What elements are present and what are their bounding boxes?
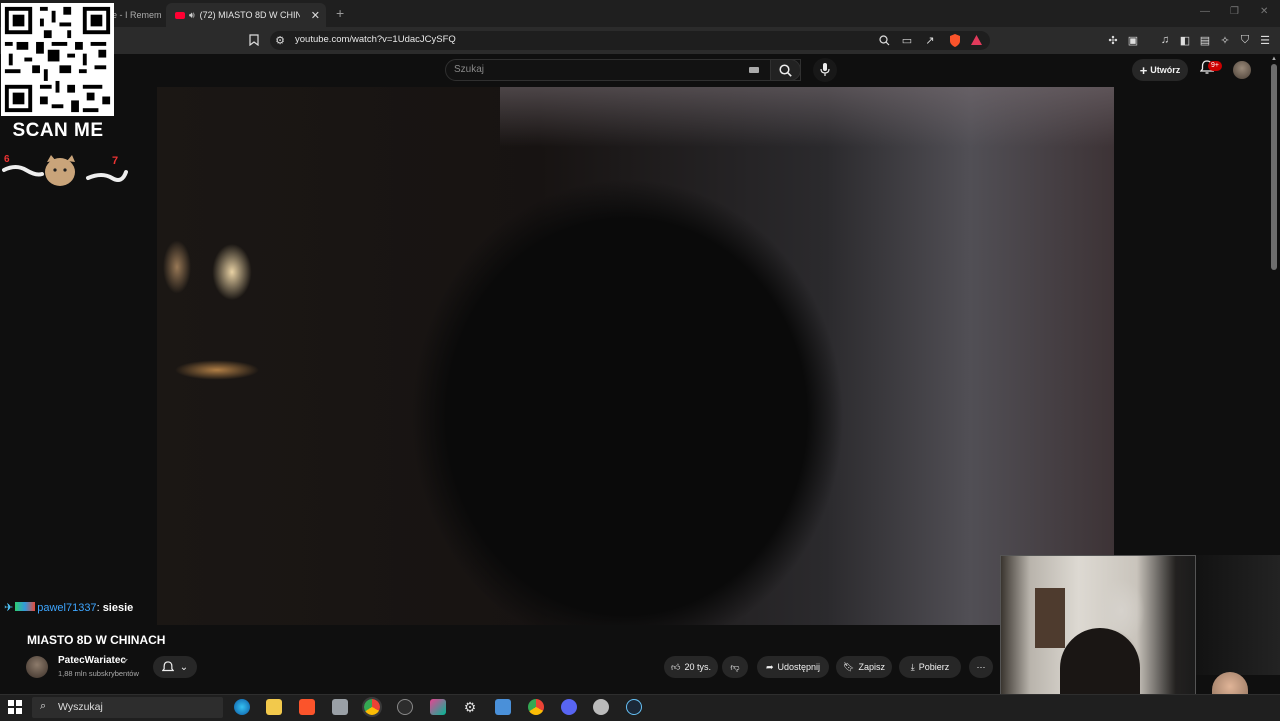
notification-badge: 9+ xyxy=(1208,61,1222,71)
download-icon: ⤓ xyxy=(910,661,915,672)
plus-icon: + xyxy=(1139,62,1148,78)
maximize-icon[interactable]: ❐ xyxy=(1230,6,1239,17)
taskbar-search-icon: ⌕ xyxy=(40,700,47,712)
save-button[interactable]: 🔖︎ Zapisz xyxy=(836,656,892,678)
channel-avatar[interactable] xyxy=(26,656,48,678)
clock-icon[interactable] xyxy=(397,699,413,715)
app-icon[interactable] xyxy=(332,699,348,715)
subscription-notifications-button[interactable]: ⌄ xyxy=(153,656,197,678)
game-app-icon[interactable] xyxy=(430,699,446,715)
thumbs-up-icon: 👍︎ xyxy=(671,661,681,672)
video-frame-highlight xyxy=(500,87,1114,147)
new-tab-icon[interactable]: + xyxy=(336,5,344,21)
verified-icon: ✔ xyxy=(122,657,129,666)
dislike-button[interactable]: 👎︎ xyxy=(722,656,748,678)
voice-search-button[interactable] xyxy=(813,58,837,82)
page-scrollbar[interactable] xyxy=(1271,64,1277,270)
like-count: 20 tys. xyxy=(684,662,711,672)
brave-shield-icon[interactable] xyxy=(947,32,963,48)
discord-icon[interactable] xyxy=(561,699,577,715)
app-icon-gray[interactable] xyxy=(593,699,609,715)
extensions-icon[interactable]: ✣ xyxy=(1105,32,1121,48)
save-label: Zapisz xyxy=(858,662,885,672)
media-icon[interactable]: ♫ xyxy=(1157,32,1173,48)
scan-me-label: SCAN ME xyxy=(12,120,104,141)
site-settings-icon[interactable]: ⚙︎ xyxy=(272,32,288,48)
video-title: MIASTO 8D W CHINACH xyxy=(27,633,166,647)
download-button[interactable]: ⤓ Pobierz xyxy=(899,656,961,678)
chat-username: pawel71337 xyxy=(37,602,97,614)
bookmark-icon: 🔖︎ xyxy=(843,661,855,672)
keyboard-icon[interactable] xyxy=(749,67,759,73)
zoom-icon[interactable] xyxy=(876,32,892,48)
steam-icon[interactable] xyxy=(626,699,642,715)
subscriber-count: 1,88 mln subskrybentów xyxy=(58,669,139,678)
chat-message: ✈ pawel71337: siesie xyxy=(4,602,134,614)
like-button[interactable]: 👍︎ 20 tys. xyxy=(664,656,718,678)
qr-code xyxy=(1,3,114,116)
share-arrow-icon: ➦ xyxy=(765,661,774,672)
tab-title: e - I Remem xyxy=(112,10,162,20)
vpn-icon[interactable]: ⛉ xyxy=(1237,32,1253,48)
share-button[interactable]: ➦ Udostępnij xyxy=(757,656,829,678)
tab-previous[interactable]: e - I Remem xyxy=(112,3,164,27)
search-placeholder: Szukaj xyxy=(454,64,485,75)
background-panel xyxy=(1196,555,1280,675)
chat-text: siesie xyxy=(102,602,134,614)
download-label: Pobierz xyxy=(918,662,950,672)
scroll-up-arrow-icon[interactable]: ▲ xyxy=(1271,56,1277,62)
chat-badge-icon xyxy=(15,602,36,611)
brave-icon[interactable] xyxy=(299,699,315,715)
more-actions-button[interactable]: ⋯ xyxy=(969,656,993,678)
minimize-icon[interactable]: — xyxy=(1200,6,1210,17)
share-page-icon[interactable]: ↗ xyxy=(922,32,938,48)
url-text[interactable]: youtube.com/watch?v=1UdacJCySFQ xyxy=(295,34,456,45)
wallet-icon[interactable]: ▤ xyxy=(1197,32,1213,48)
search-icon xyxy=(779,63,792,77)
svg-text:6: 6 xyxy=(4,154,10,165)
chat-badges-icon: ✈ xyxy=(4,602,14,614)
file-explorer-icon[interactable] xyxy=(266,699,282,715)
create-button[interactable]: + Utwórz xyxy=(1132,59,1188,81)
youtube-favicon-icon xyxy=(175,11,185,19)
taskbar-search-label: Wyszukaj xyxy=(58,701,103,713)
chrome-icon[interactable] xyxy=(362,697,382,717)
search-input[interactable] xyxy=(445,59,801,81)
close-window-icon[interactable]: ✕ xyxy=(1260,6,1268,17)
windows-start-icon[interactable] xyxy=(8,700,22,714)
share-label: Udostępnij xyxy=(777,662,821,672)
tab-active[interactable]: 🔊︎ (72) MIASTO 8D W CHINACH ✕ xyxy=(166,3,326,27)
sidebar-icon[interactable]: ◧ xyxy=(1177,32,1193,48)
account-avatar[interactable] xyxy=(1233,61,1251,79)
menu-icon[interactable]: ☰ xyxy=(1257,32,1273,48)
video-player[interactable] xyxy=(157,87,1114,625)
audio-playing-icon[interactable]: 🔊︎ xyxy=(189,10,195,21)
chevron-down-icon: ⌄ xyxy=(179,661,189,673)
webcam-background-door xyxy=(1035,588,1065,648)
bell-icon xyxy=(161,660,174,671)
search-button[interactable] xyxy=(770,59,801,81)
create-label: Utwórz xyxy=(1150,65,1181,75)
tab-title: (72) MIASTO 8D W CHINACH xyxy=(199,10,300,20)
brave-rewards-icon[interactable] xyxy=(968,32,984,48)
bookmark-icon[interactable] xyxy=(246,32,262,48)
close-tab-icon[interactable]: ✕ xyxy=(311,9,320,22)
cast-icon[interactable]: ▭ xyxy=(899,32,915,48)
calculator-icon[interactable] xyxy=(495,699,511,715)
chrome-alt-icon[interactable] xyxy=(528,699,544,715)
more-icon: ⋯ xyxy=(976,661,986,672)
cat-emote-overlay: 6 7 xyxy=(2,150,128,188)
tab-search-icon[interactable]: ▣ xyxy=(1125,32,1141,48)
edge-icon[interactable] xyxy=(234,699,250,715)
settings-icon[interactable]: ⚙ xyxy=(462,699,478,715)
microphone-icon xyxy=(820,63,830,76)
svg-text:7: 7 xyxy=(112,155,118,167)
leo-ai-icon[interactable]: ✧ xyxy=(1217,32,1233,48)
qr-pattern xyxy=(1,3,114,116)
channel-name[interactable]: PatecWariatec xyxy=(58,655,126,666)
thumbs-down-icon: 👎︎ xyxy=(730,661,740,672)
